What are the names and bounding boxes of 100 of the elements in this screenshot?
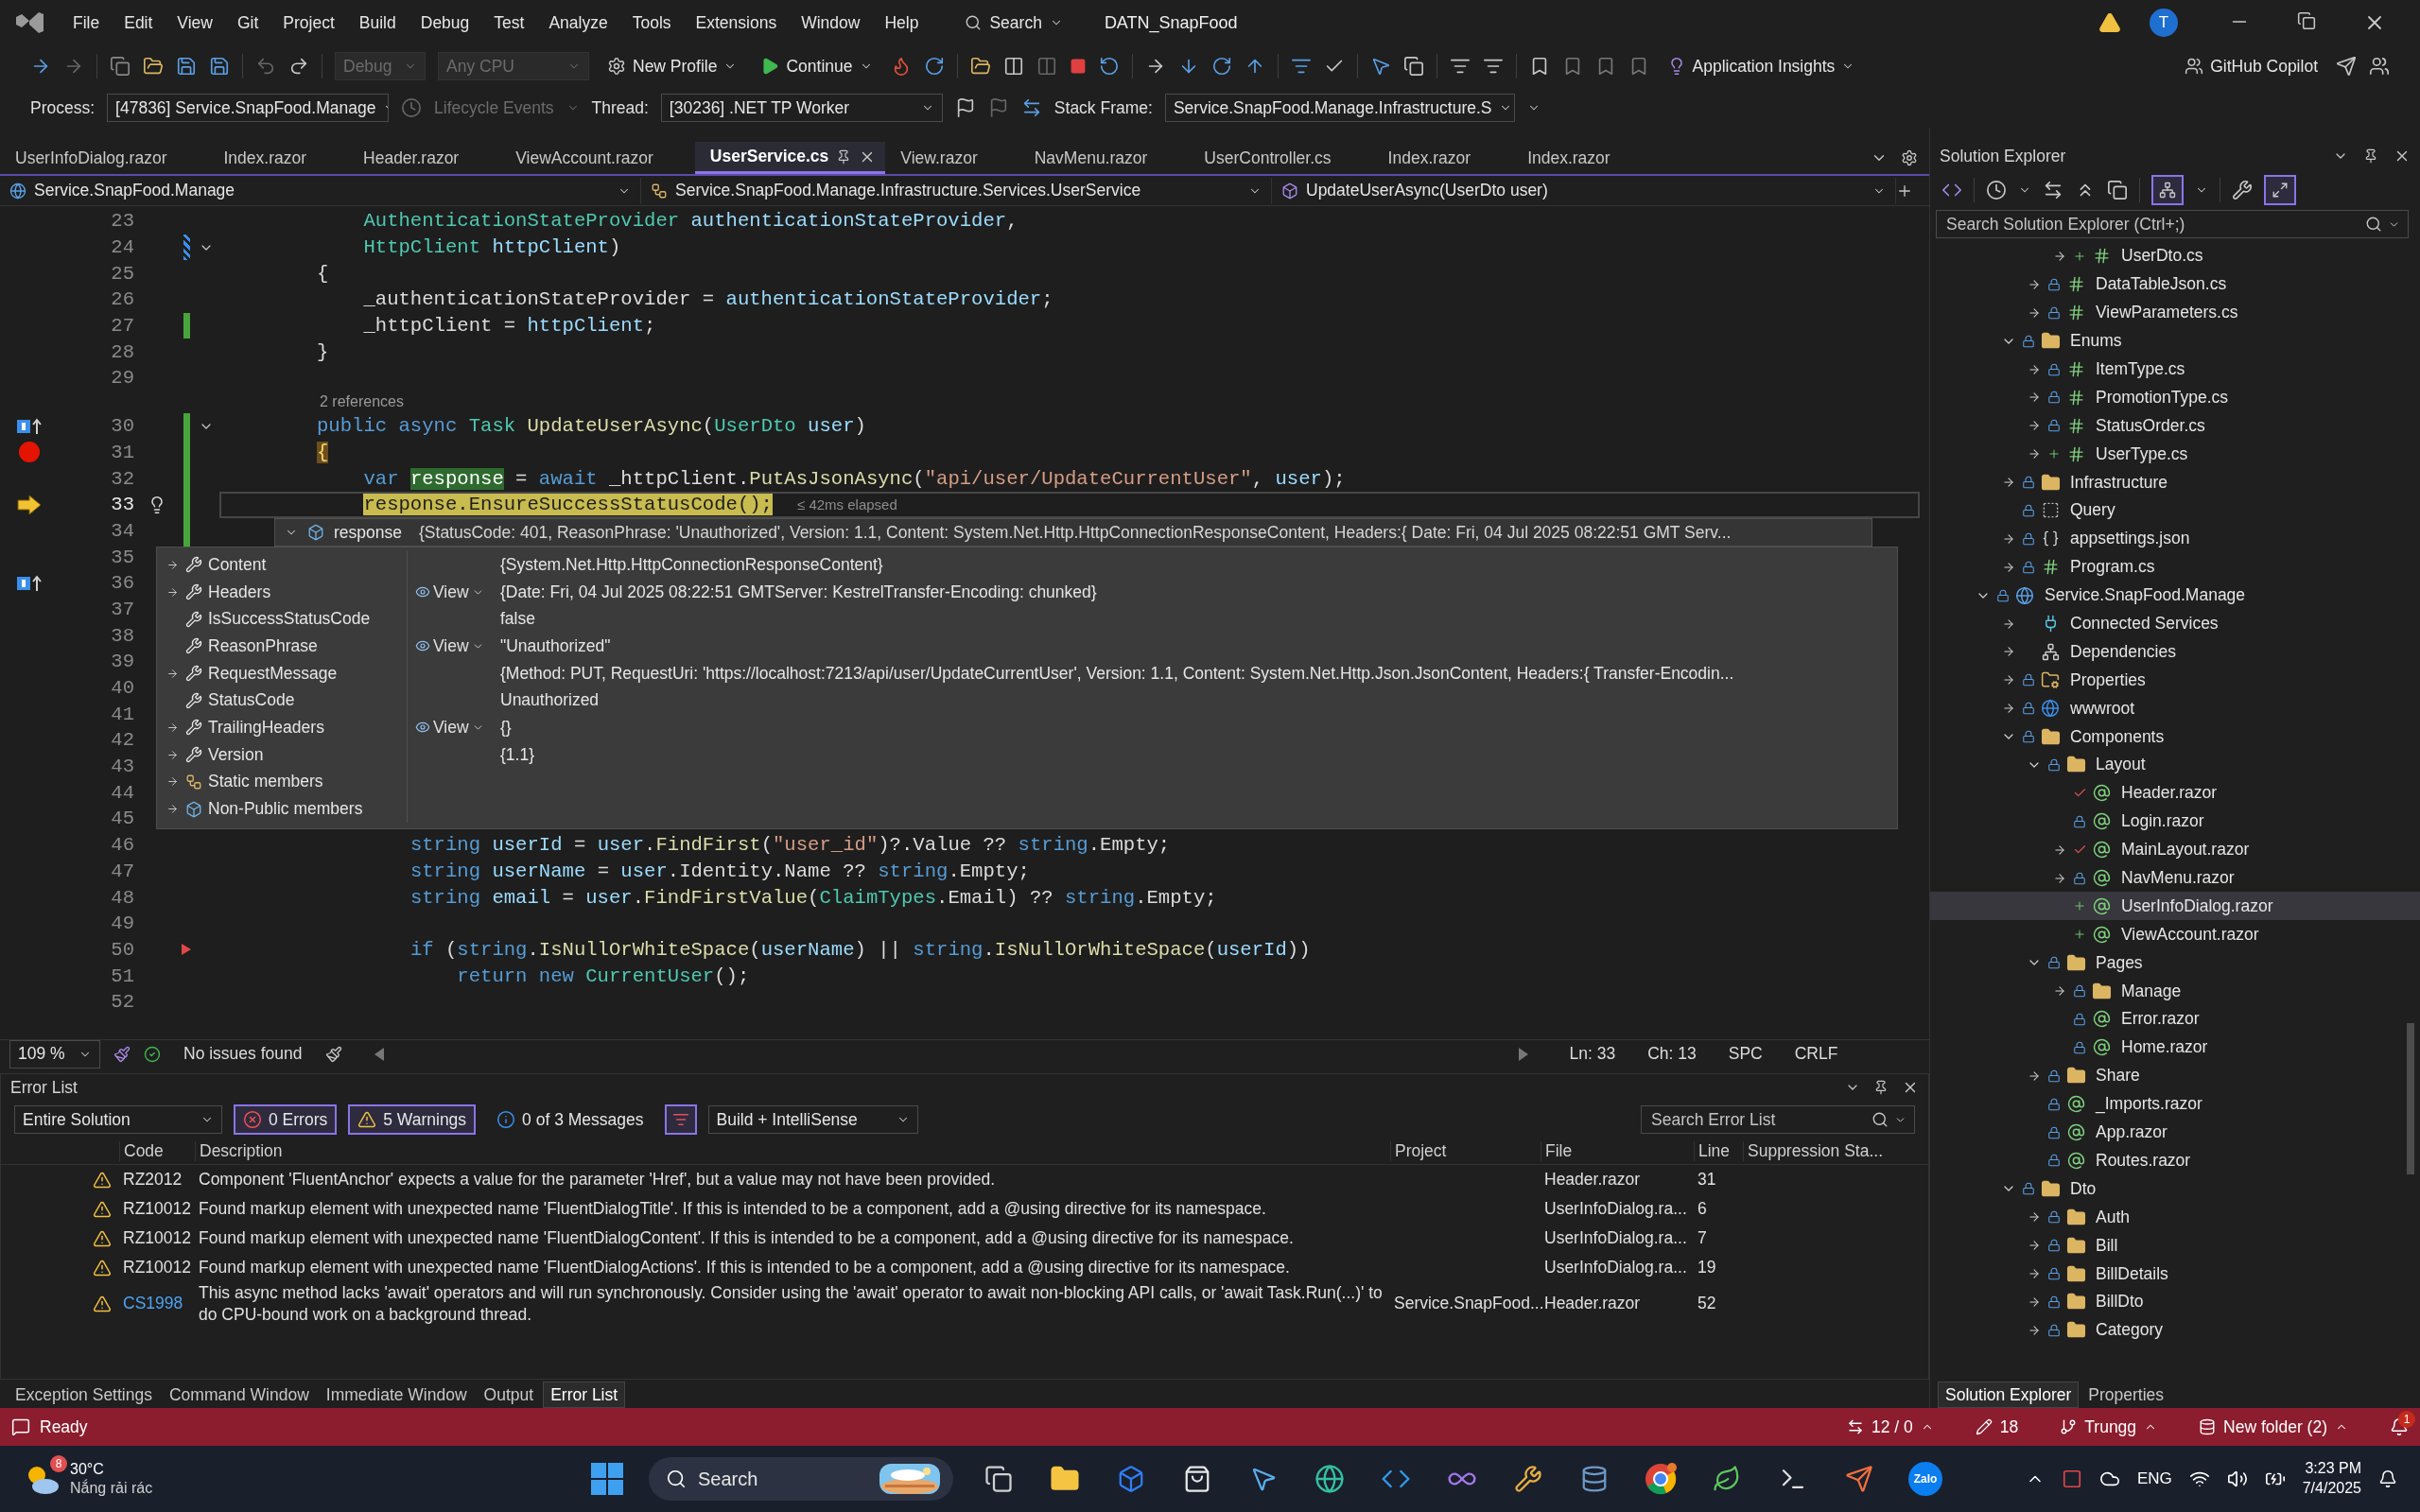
tree-item[interactable]: Service.SnapFood.Manage [1930,581,2420,610]
tree-item[interactable]: UserInfoDialog.razor [1930,892,2420,921]
chat-app-icon[interactable]: Zalo [1908,1462,1942,1496]
clock-time[interactable]: 3:23 PM [2305,1459,2361,1479]
project-dropdown[interactable]: Service.SnapFood.Manage [0,177,641,204]
tree-item[interactable]: UserType.cs [1930,440,2420,469]
tree-item[interactable]: Components [1930,722,2420,752]
save-all-icon[interactable] [209,56,230,77]
window-layout-icon[interactable] [1002,56,1024,77]
line-ending-indicator[interactable]: CRLF [1785,1044,1848,1064]
perf-tip[interactable]: ≤ 42ms elapsed [797,496,897,513]
menu-item[interactable]: Test [483,7,535,39]
issues-status[interactable]: No issues found [174,1044,312,1064]
menu-item[interactable]: Edit [113,7,164,39]
browser-icon[interactable] [1645,1463,1677,1495]
clock-date[interactable]: 7/4/2025 [2302,1479,2361,1499]
tree-item[interactable]: ItemType.cs [1930,355,2420,384]
panel-tab[interactable]: Command Window [161,1382,317,1408]
collapsed-arrow-icon[interactable] [165,558,179,571]
column-indicator[interactable]: Ch: 13 [1638,1044,1706,1064]
panel-tab[interactable]: Exception Settings [8,1382,160,1408]
undo-icon[interactable] [255,56,276,77]
language-indicator[interactable]: ENG [2136,1469,2172,1488]
warning-icon[interactable] [2098,11,2121,34]
member-dropdown[interactable]: UpdateUserAsync(UserDto user) [1272,177,1896,204]
application-insights-button[interactable]: Application Insights [1661,52,1861,80]
menu-item[interactable]: View [166,7,223,39]
tree-item[interactable]: App.razor [1930,1118,2420,1147]
search-input[interactable]: Search Error List [1649,1108,1866,1131]
tree-item[interactable]: ViewAccount.razor [1930,920,2420,949]
commits-indicator[interactable]: 12 / 0 [1872,1416,1913,1437]
document-tab[interactable]: Index.razor [1372,142,1513,174]
save-icon[interactable] [176,56,197,77]
collapsed-arrow-icon[interactable] [2028,1267,2041,1280]
stop-icon[interactable] [1069,58,1087,75]
tree-item[interactable]: Dependencies [1930,637,2420,667]
pin-icon[interactable] [1873,1080,1889,1095]
stack-frame-dropdown[interactable]: Service.SnapFood.Manage.Infrastructure.S [1164,94,1515,122]
filter-button[interactable]: 5 Warnings [348,1104,477,1135]
document-tab[interactable]: UserController.cs [1189,142,1373,174]
type-dropdown[interactable]: Service.SnapFood.Manage.Infrastructure.Services.UserService [641,177,1272,204]
scope-dropdown[interactable]: Entire Solution [14,1105,222,1134]
column-header[interactable]: File [1541,1141,1694,1161]
panel-tab[interactable]: Error List [543,1382,626,1408]
menu-item[interactable]: Build [348,7,407,39]
restore-icon[interactable] [2297,11,2316,30]
tree-item[interactable]: Header.razor [1930,778,2420,808]
visualizer-button[interactable]: View [415,582,484,602]
copilot-button[interactable]: GitHub Copilot [2179,52,2324,80]
process-dropdown[interactable]: [47836] Service.SnapFood.Manage [107,94,390,122]
visualizer-button[interactable]: View [415,717,484,738]
tree-item[interactable]: PromotionType.cs [1930,383,2420,412]
leaf-icon[interactable] [1713,1465,1741,1493]
tree-item[interactable]: Dto [1930,1174,2420,1204]
column-header[interactable]: Project [1390,1141,1541,1161]
tree-item[interactable]: appsettings.json [1930,524,2420,553]
tree-item[interactable]: NavMenu.razor [1930,863,2420,893]
line-indicator[interactable]: Ln: 33 [1559,1044,1626,1064]
tree-item[interactable]: Login.razor [1930,807,2420,836]
references-link[interactable]: 2 references [320,393,404,411]
tree-item[interactable]: Share [1930,1061,2420,1090]
tree-item[interactable]: Auth [1930,1203,2420,1232]
menu-item[interactable]: Extensions [685,7,788,39]
menu-item[interactable]: Analyze [538,7,618,39]
tree-item[interactable]: Error.razor [1930,1005,2420,1034]
filter-button[interactable]: 0 of 3 Messages [487,1104,653,1135]
tree-item[interactable]: Query [1930,496,2420,525]
tools-app-icon[interactable] [1514,1465,1542,1493]
document-tab[interactable]: UserInfoDialog.razor [0,142,209,174]
tree-item[interactable]: Enums [1930,326,2420,356]
collapsed-arrow-icon[interactable] [165,667,179,680]
preview-toggle[interactable] [2264,175,2296,205]
pin-icon[interactable] [2363,148,2378,164]
column-header[interactable]: Suppression Sta... [1743,1141,1928,1161]
indent-indicator[interactable]: SPC [1718,1044,1772,1064]
panel-tab[interactable]: Solution Explorer [1938,1382,2080,1408]
implementation-icon[interactable] [16,573,43,593]
redo-icon[interactable] [288,56,309,77]
implementation-icon[interactable] [16,416,43,436]
changes-indicator[interactable]: 18 [1999,1416,2019,1437]
collapsed-arrow-icon[interactable] [165,721,179,734]
thread-dropdown[interactable]: [30236] .NET TP Worker [660,94,943,122]
continue-button[interactable]: Continue [755,52,879,80]
column-header[interactable]: Description [195,1141,1390,1161]
sync-arrows-icon[interactable] [2043,180,2063,200]
filter-toggle[interactable] [664,1104,697,1135]
tree-item[interactable]: Properties [1930,666,2420,695]
menu-item[interactable]: Tools [621,7,682,39]
folder-icon[interactable] [969,56,991,77]
collapsed-arrow-icon[interactable] [165,775,179,789]
store-icon[interactable] [1183,1465,1211,1493]
tree-item[interactable]: Bill [1930,1231,2420,1260]
collapsed-arrow-icon[interactable] [165,748,179,761]
open-folder-icon[interactable] [143,56,164,77]
menu-item[interactable]: Debug [409,7,480,39]
code-link[interactable]: CS1998 [119,1293,195,1315]
tree-item[interactable]: Routes.razor [1930,1146,2420,1175]
tree-item[interactable]: Program.cs [1930,552,2420,582]
copy-icon[interactable] [2107,180,2128,200]
tree-item[interactable]: Infrastructure [1930,468,2420,496]
